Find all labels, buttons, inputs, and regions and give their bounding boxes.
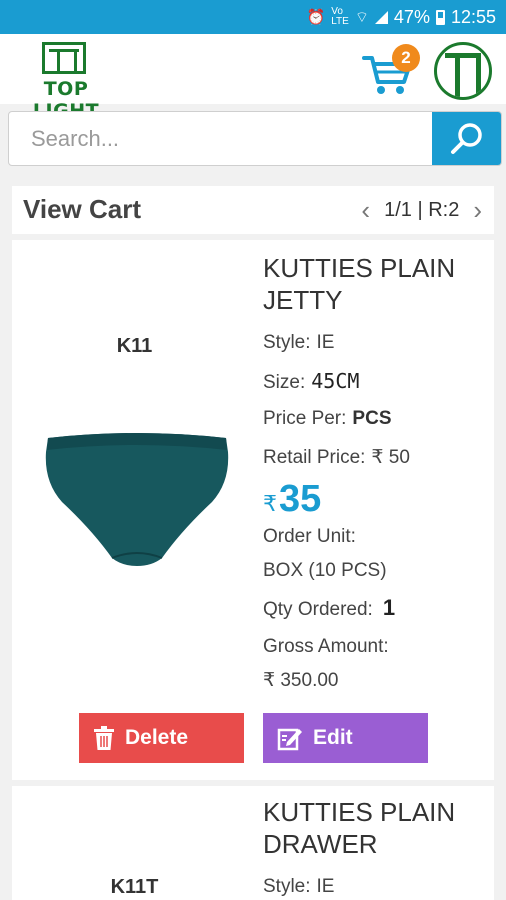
item-name: KUTTIES PLAIN JETTY	[263, 253, 456, 315]
wifi-icon: ⌔	[354, 8, 369, 26]
item-price: ₹ 35	[263, 478, 321, 521]
gross-amount-label: Gross Amount:	[263, 636, 389, 657]
chevron-right-icon[interactable]: ›	[473, 197, 482, 223]
chevron-left-icon[interactable]: ‹	[361, 197, 370, 223]
style-value: IE	[316, 876, 335, 897]
edit-label: Edit	[313, 726, 353, 749]
style-row: Style: IE	[263, 332, 334, 354]
size-value: 45CM	[311, 369, 360, 393]
battery-percent: 47%	[393, 6, 430, 27]
edit-button[interactable]: Edit	[263, 713, 428, 763]
order-unit-label: Order Unit:	[263, 526, 356, 547]
cart-count-badge: 2	[392, 44, 420, 72]
price-per-label: Price Per:	[263, 408, 347, 429]
top-light-logo[interactable]: TOP LIGHT	[10, 42, 122, 122]
style-value: IE	[316, 332, 335, 353]
cart-header: View Cart ‹ 1/1 | R:2 ›	[12, 186, 494, 234]
retail-price-label: Retail Price:	[263, 447, 366, 468]
delete-button[interactable]: Delete	[79, 713, 244, 763]
product-image[interactable]	[42, 430, 232, 570]
clock: 12:55	[450, 6, 496, 27]
cart-item-card: K11T KUTTIES PLAIN DRAWER Style: IE	[12, 786, 494, 900]
price-per-row: Price Per: PCS	[263, 408, 392, 430]
item-name: KUTTIES PLAIN DRAWER	[263, 797, 456, 859]
search-bar	[8, 111, 502, 166]
pager-text: 1/1 | R:2	[384, 198, 460, 221]
item-code: K11T	[110, 876, 159, 898]
qty-label: Qty Ordered:	[263, 599, 373, 620]
alarm-icon: ⏰	[306, 9, 326, 26]
cart-item-card: K11 KUTTIES PLAIN JETTY Style: IE Size: 45…	[12, 240, 494, 780]
order-unit-value: BOX (10 PCS)	[263, 560, 387, 581]
style-label: Style:	[263, 876, 311, 897]
gross-amount-value: ₹ 350.00	[263, 670, 339, 691]
search-icon	[450, 122, 482, 154]
size-label: Size:	[263, 372, 306, 393]
item-code: K11	[116, 335, 153, 357]
brand-avatar-icon[interactable]	[434, 42, 492, 100]
price-value: 35	[279, 478, 322, 520]
delete-label: Delete	[125, 726, 189, 749]
style-row: Style: IE	[263, 876, 334, 898]
battery-icon	[435, 9, 445, 25]
qty-row: Qty Ordered: 1	[263, 595, 395, 621]
style-label: Style:	[263, 332, 311, 353]
edit-icon	[277, 728, 302, 751]
size-row: Size: 45CM	[263, 369, 359, 394]
currency-symbol: ₹	[263, 491, 277, 516]
trash-icon	[94, 726, 114, 750]
volte-icon: Vo LTE	[331, 6, 349, 27]
logo-mark-icon	[42, 42, 86, 74]
status-bar: ⏰ Vo LTE ⌔ 47% 12:55	[0, 0, 506, 34]
price-per-value: PCS	[352, 408, 392, 429]
search-button[interactable]	[432, 112, 501, 165]
search-input[interactable]	[9, 112, 433, 165]
page-title: View Cart	[23, 194, 142, 224]
signal-icon	[374, 10, 388, 24]
cart-button[interactable]: 2	[362, 44, 420, 98]
retail-price-value: ₹ 50	[371, 447, 410, 468]
app-header: TOP LIGHT 2	[0, 34, 506, 122]
qty-value: 1	[382, 595, 396, 620]
pager: ‹ 1/1 | R:2 ›	[361, 197, 482, 223]
retail-price-row: Retail Price: ₹ 50	[263, 446, 410, 469]
